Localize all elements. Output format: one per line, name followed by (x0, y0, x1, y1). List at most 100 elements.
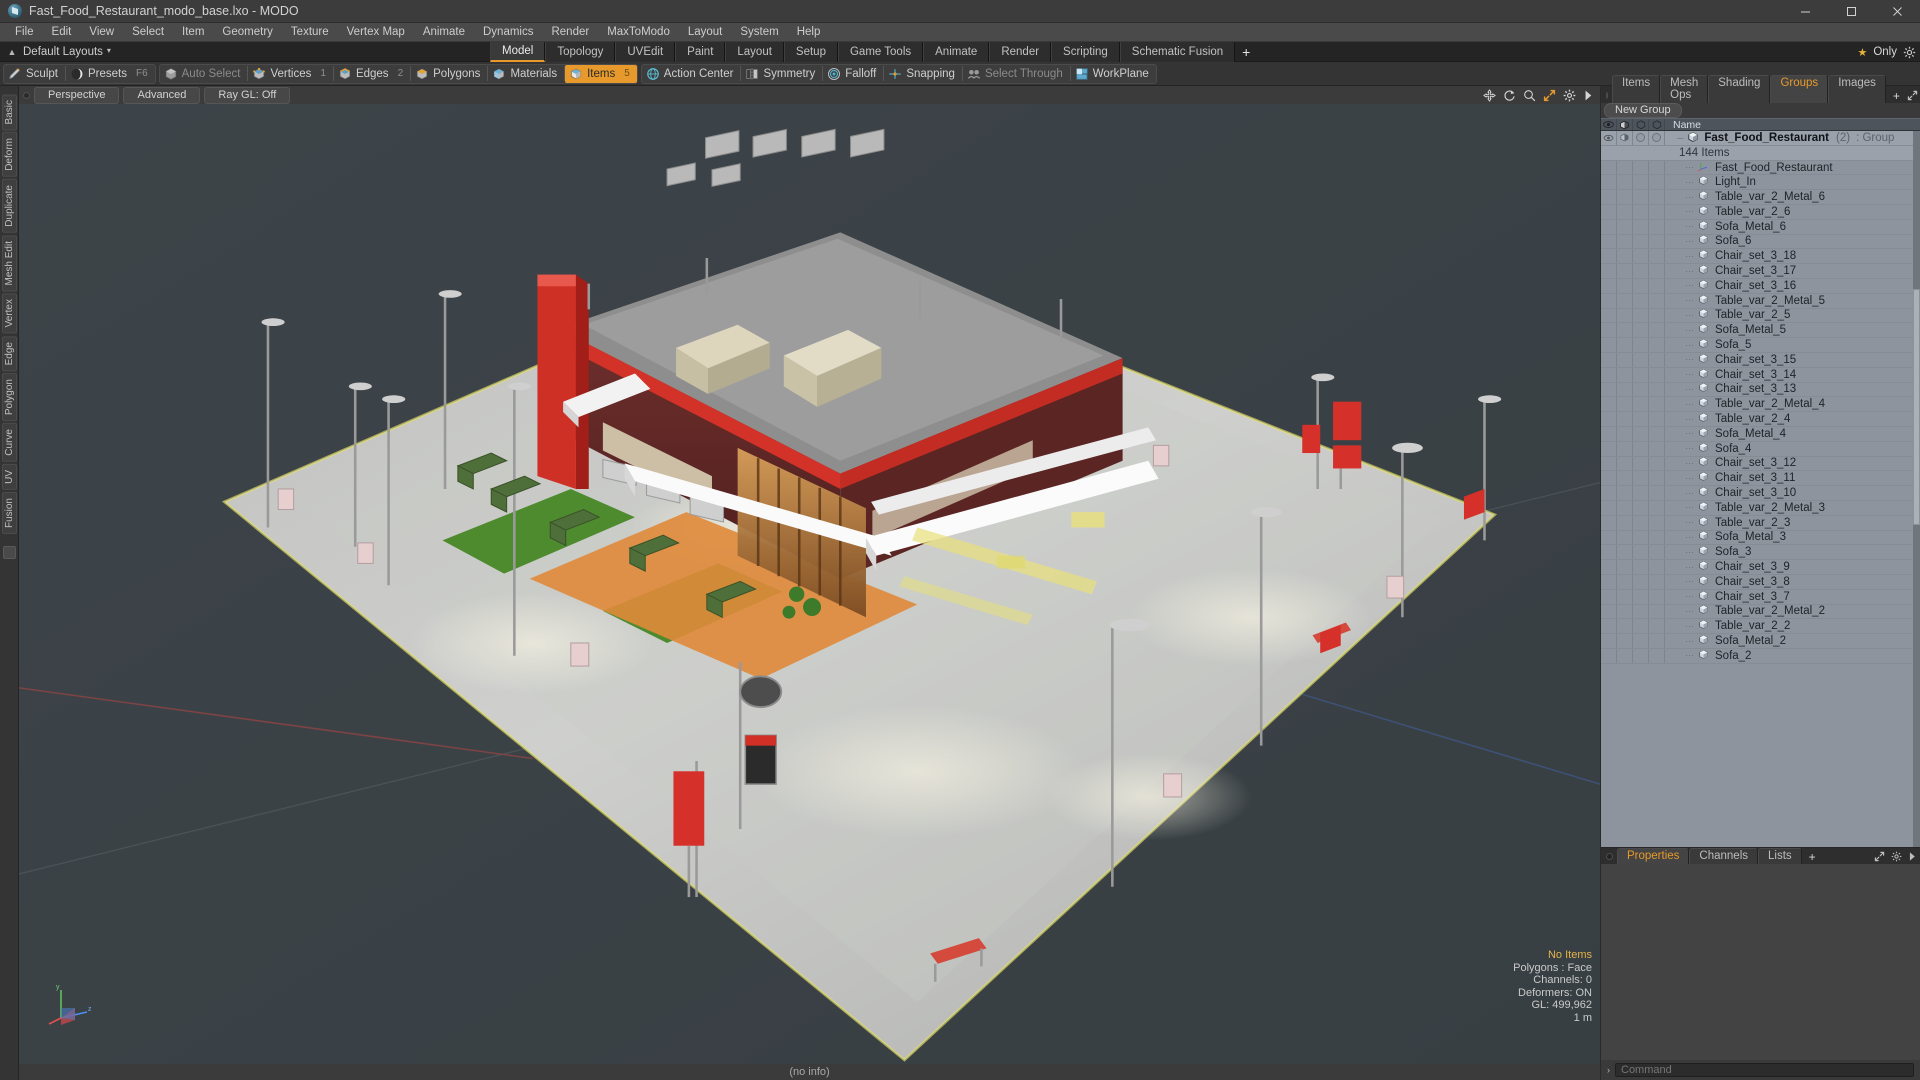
panel-tab-groups[interactable]: Groups (1770, 75, 1829, 103)
row-select-checkbox[interactable] (1649, 426, 1665, 441)
row-render-visibility-toggle[interactable] (1617, 131, 1633, 145)
layout-tab-schematic-fusion[interactable]: Schematic Fusion (1119, 42, 1236, 62)
row-visibility-toggle[interactable] (1601, 471, 1617, 486)
row-lock-checkbox[interactable] (1633, 160, 1649, 175)
table-row[interactable]: ⋯ Table_var_2_Metal_3 (1601, 500, 1913, 516)
panel-tab-items[interactable]: Items (1612, 75, 1661, 103)
row-select-checkbox[interactable] (1649, 604, 1665, 619)
row-select-checkbox[interactable] (1649, 175, 1665, 190)
row-visibility-toggle[interactable] (1601, 278, 1617, 293)
gear-icon[interactable] (1891, 851, 1902, 862)
row-visibility-toggle[interactable] (1601, 382, 1617, 397)
add-panel-tab-button[interactable]: + (1886, 89, 1907, 103)
row-select-checkbox[interactable] (1649, 219, 1665, 234)
column-render-visibility-icon[interactable] (1617, 119, 1633, 130)
row-select-checkbox[interactable] (1649, 234, 1665, 249)
toolbar-button-workplane[interactable]: WorkPlane (1071, 65, 1156, 83)
row-select-checkbox[interactable] (1649, 574, 1665, 589)
toolbar-button-auto-select[interactable]: Auto Select (160, 65, 248, 83)
toolbar-button-select-through[interactable]: Select Through (963, 65, 1070, 83)
viewport-projection-button[interactable]: Perspective (34, 86, 120, 104)
bottom-panel-menu-dot-icon[interactable] (1606, 853, 1613, 860)
row-lock-checkbox[interactable] (1633, 308, 1649, 323)
row-select-checkbox[interactable] (1649, 190, 1665, 204)
group-item-list[interactable]: ─ Fast_Food_Restaurant (2): Group 144 Items… (1601, 131, 1920, 847)
row-lock-checkbox[interactable] (1633, 412, 1649, 426)
left-tool-tab-curve[interactable]: Curve (1, 423, 17, 462)
column-eye-icon[interactable] (1601, 119, 1617, 130)
menu-item-system[interactable]: System (731, 23, 787, 42)
close-button[interactable] (1874, 0, 1920, 22)
table-row[interactable]: ⋯ Sofa_Metal_3 (1601, 530, 1913, 546)
row-render-visibility-toggle[interactable] (1617, 412, 1633, 426)
layout-tab-paint[interactable]: Paint (675, 42, 726, 62)
row-visibility-toggle[interactable] (1601, 604, 1617, 619)
minimize-button[interactable] (1782, 0, 1828, 22)
menu-item-help[interactable]: Help (788, 23, 830, 42)
menu-item-maxtomodo[interactable]: MaxToModo (598, 23, 679, 42)
row-visibility-toggle[interactable] (1601, 160, 1617, 175)
row-lock-checkbox[interactable] (1633, 574, 1649, 589)
row-render-visibility-toggle[interactable] (1617, 204, 1633, 219)
row-render-visibility-toggle[interactable] (1617, 190, 1633, 204)
row-render-visibility-toggle[interactable] (1617, 456, 1633, 471)
row-lock-checkbox[interactable] (1633, 131, 1649, 145)
row-lock-checkbox[interactable] (1633, 604, 1649, 619)
row-visibility-toggle[interactable] (1601, 412, 1617, 426)
layout-tab-model[interactable]: Model (490, 42, 546, 62)
row-lock-checkbox[interactable] (1633, 234, 1649, 249)
layout-tab-topology[interactable]: Topology (545, 42, 616, 62)
left-tool-tab-fusion[interactable]: Fusion (1, 491, 17, 534)
row-render-visibility-toggle[interactable] (1617, 426, 1633, 441)
table-row[interactable]: ⋯ Table_var_2_4 (1601, 412, 1913, 427)
row-visibility-toggle[interactable] (1601, 219, 1617, 234)
table-row[interactable]: ⋯ Sofa_Metal_6 (1601, 219, 1913, 235)
row-lock-checkbox[interactable] (1633, 500, 1649, 515)
maximize-button[interactable] (1828, 0, 1874, 22)
menu-item-vertex-map[interactable]: Vertex Map (338, 23, 414, 42)
play-arrow-icon[interactable] (1583, 89, 1593, 102)
table-row[interactable]: ⋯ Chair_set_3_16 (1601, 278, 1913, 294)
toolbar-button-edges[interactable]: Edges 2 (334, 65, 410, 83)
add-bottom-tab-button[interactable]: + (1802, 850, 1823, 864)
row-select-checkbox[interactable] (1649, 648, 1665, 663)
layout-tab-layout[interactable]: Layout (725, 42, 784, 62)
row-render-visibility-toggle[interactable] (1617, 175, 1633, 190)
layout-tab-game-tools[interactable]: Game Tools (837, 42, 924, 62)
row-select-checkbox[interactable] (1649, 456, 1665, 471)
row-select-checkbox[interactable] (1649, 500, 1665, 515)
row-lock-checkbox[interactable] (1633, 352, 1649, 367)
menu-item-select[interactable]: Select (123, 23, 173, 42)
menu-item-layout[interactable]: Layout (679, 23, 732, 42)
row-render-visibility-toggle[interactable] (1617, 648, 1633, 663)
row-select-checkbox[interactable] (1649, 323, 1665, 338)
row-visibility-toggle[interactable] (1601, 338, 1617, 352)
row-select-checkbox[interactable] (1649, 264, 1665, 278)
menu-item-view[interactable]: View (80, 23, 123, 42)
row-lock-checkbox[interactable] (1633, 441, 1649, 456)
table-row[interactable]: ⋯ Sofa_Metal_5 (1601, 323, 1913, 339)
table-row[interactable]: ⋯ Sofa_Metal_2 (1601, 634, 1913, 649)
row-select-checkbox[interactable] (1649, 619, 1665, 634)
row-visibility-toggle[interactable] (1601, 560, 1617, 574)
row-visibility-toggle[interactable] (1601, 131, 1617, 145)
row-select-checkbox[interactable] (1649, 131, 1665, 145)
table-row[interactable]: ⋯ Chair_set_3_11 (1601, 471, 1913, 487)
left-tool-tab-polygon[interactable]: Polygon (1, 373, 17, 422)
toolbar-button-polygons[interactable]: Polygons (411, 65, 487, 83)
row-lock-checkbox[interactable] (1633, 264, 1649, 278)
row-visibility-toggle[interactable] (1601, 648, 1617, 663)
row-visibility-toggle[interactable] (1601, 515, 1617, 530)
row-visibility-toggle[interactable] (1601, 323, 1617, 338)
row-render-visibility-toggle[interactable] (1617, 397, 1633, 412)
row-select-checkbox[interactable] (1649, 441, 1665, 456)
row-visibility-toggle[interactable] (1601, 530, 1617, 545)
row-render-visibility-toggle[interactable] (1617, 382, 1633, 397)
row-visibility-toggle[interactable] (1601, 234, 1617, 249)
only-toggle-label[interactable]: Only (1873, 46, 1897, 58)
row-render-visibility-toggle[interactable] (1617, 264, 1633, 278)
item-list-scrollbar[interactable] (1913, 131, 1920, 847)
row-render-visibility-toggle[interactable] (1617, 619, 1633, 634)
move-icon[interactable] (1483, 88, 1496, 102)
row-render-visibility-toggle[interactable] (1617, 234, 1633, 249)
